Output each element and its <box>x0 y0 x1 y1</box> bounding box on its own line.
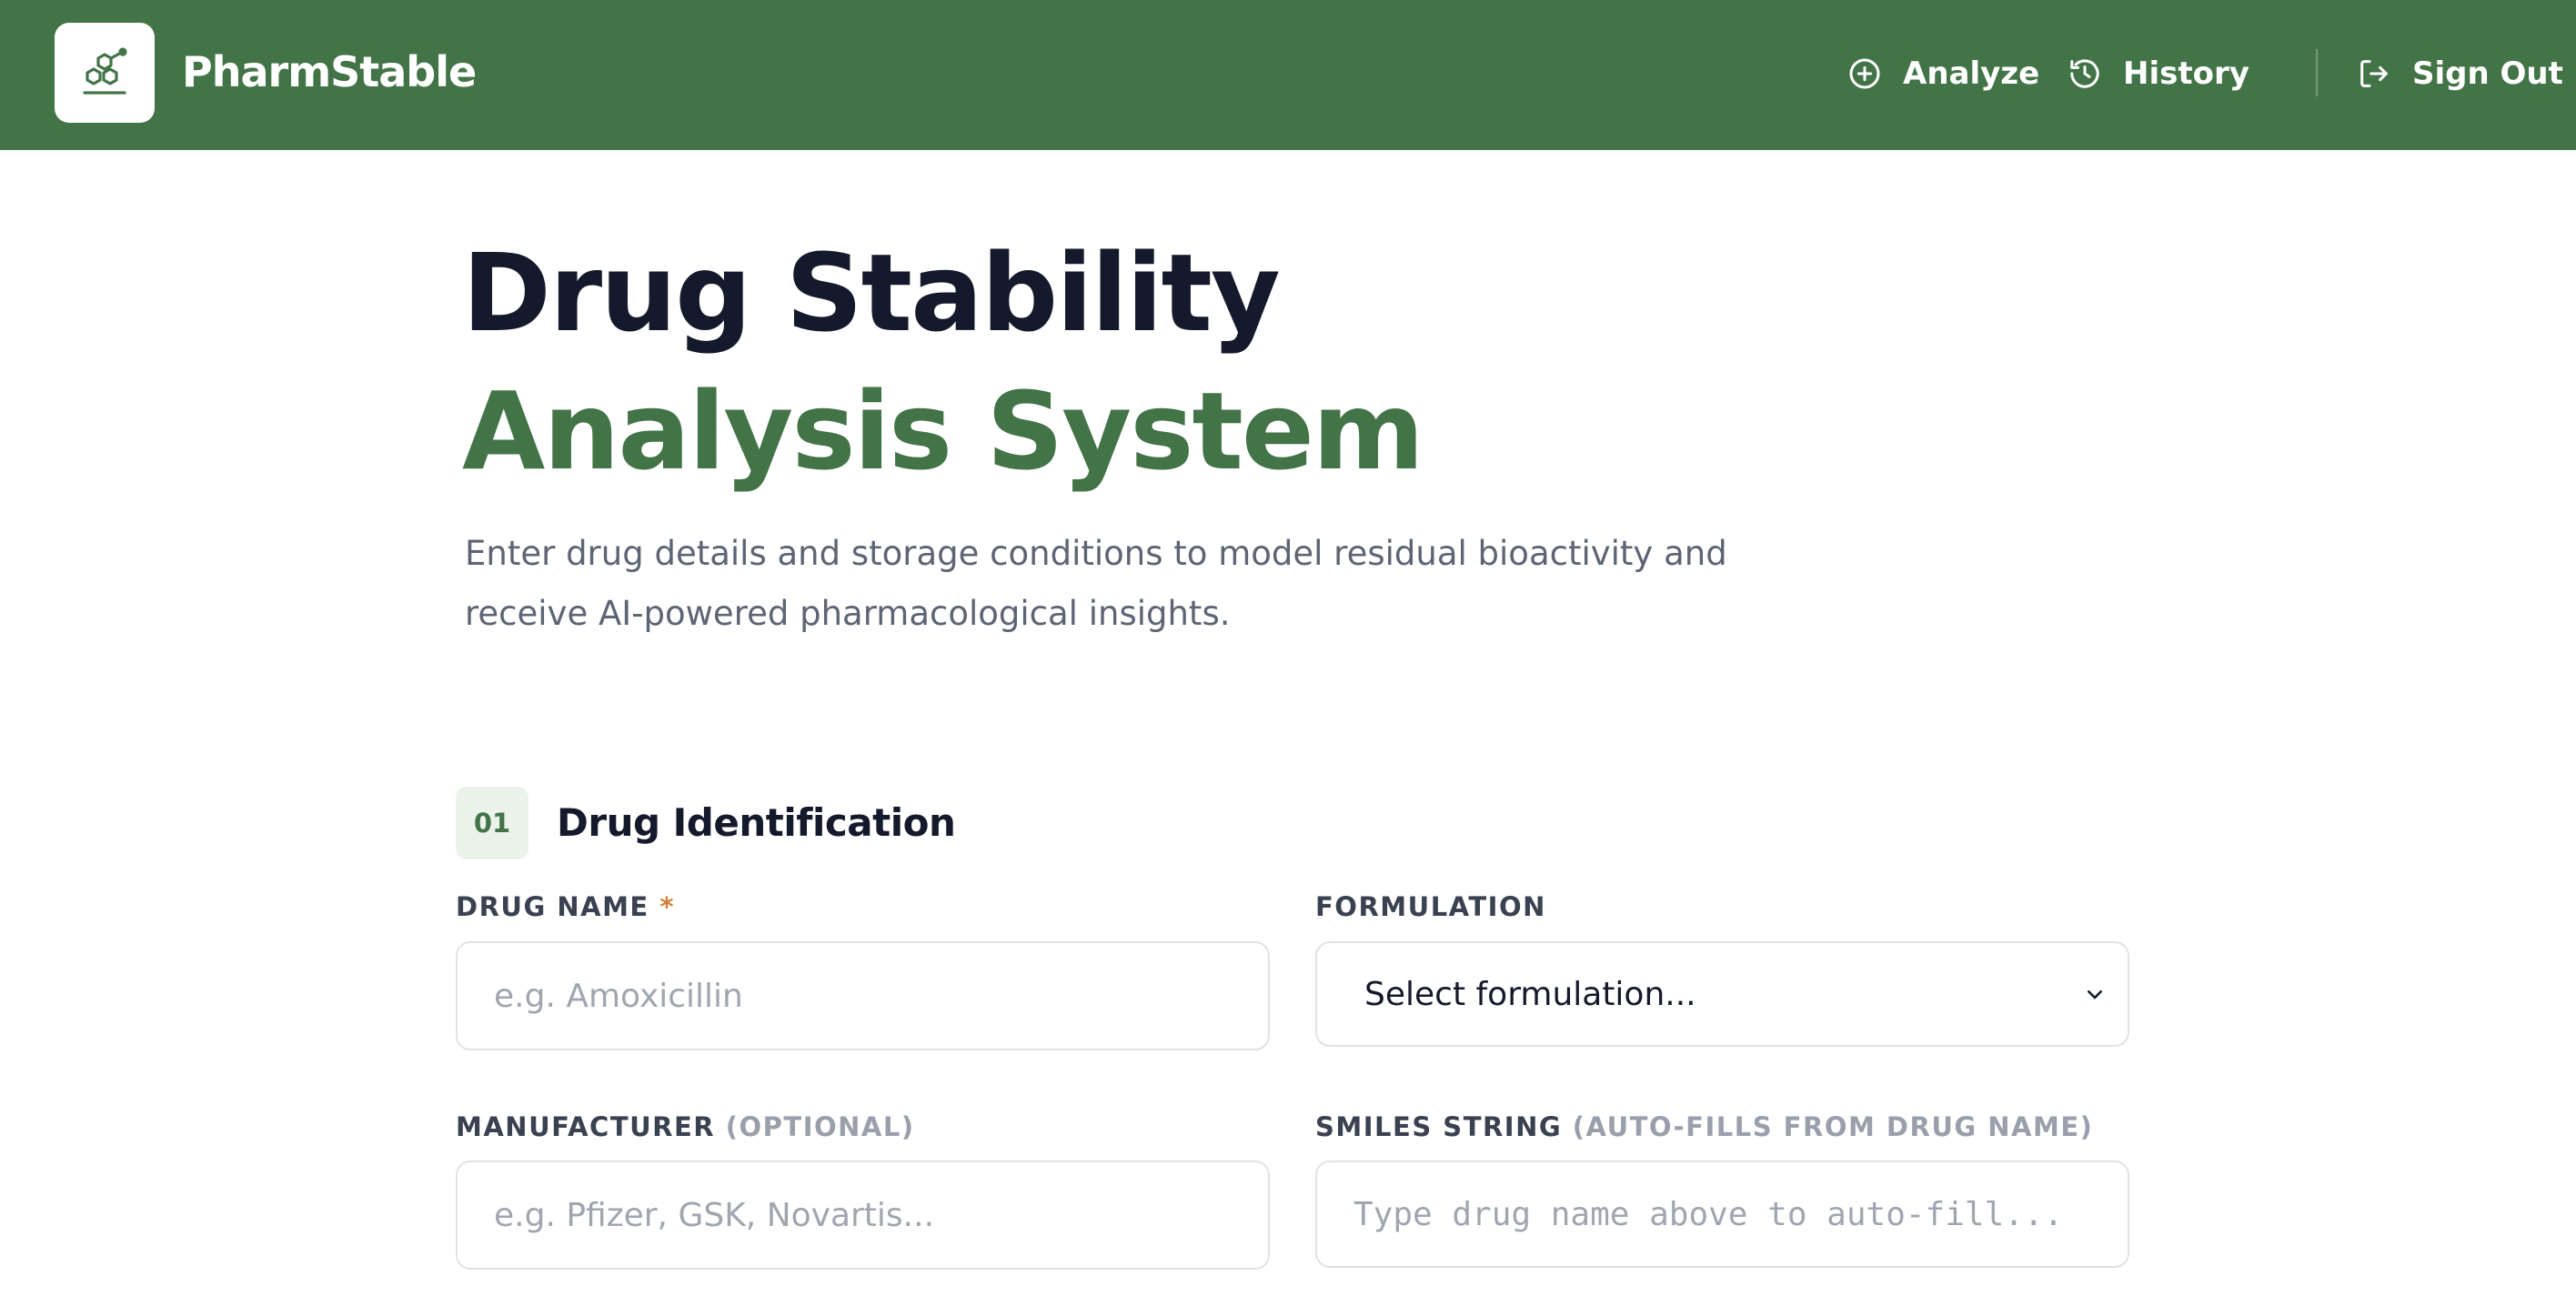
brand-name[interactable]: PharmStable <box>182 47 477 96</box>
manufacturer-field-box <box>456 1160 1270 1270</box>
section-title: Drug Identification <box>557 800 956 845</box>
drug-name-input[interactable] <box>458 943 1268 1049</box>
smiles-label-text: SMILES STRING <box>1315 1111 1563 1142</box>
nav-divider <box>2316 49 2318 96</box>
smiles-label: SMILES STRING (AUTO-FILLS FROM DRUG NAME… <box>1315 1111 2093 1142</box>
nav-history[interactable]: History <box>2067 49 2249 98</box>
sign-out-icon <box>2360 60 2388 87</box>
chevron-down-icon <box>2088 990 2102 1000</box>
formulation-label-text: FORMULATION <box>1315 891 1546 922</box>
drug-name-label: DRUG NAME * <box>456 891 675 922</box>
formulation-select[interactable]: Select formulation... <box>1315 941 2129 1047</box>
nav-analyze[interactable]: Analyze <box>1846 49 2039 98</box>
page-title-line1: Drug Stability <box>462 230 1281 356</box>
manufacturer-label-text: MANUFACTURER <box>456 1111 716 1142</box>
manufacturer-label: MANUFACTURER (OPTIONAL) <box>456 1111 915 1142</box>
page-title-line2: Analysis System <box>462 368 1424 494</box>
section-number-badge: 01 <box>456 787 528 859</box>
history-icon <box>2070 59 2099 88</box>
nav-history-label: History <box>2123 55 2249 92</box>
manufacturer-hint: (OPTIONAL) <box>725 1111 915 1142</box>
smiles-field-box <box>1315 1160 2129 1268</box>
formulation-selected-value: Select formulation... <box>1364 975 1696 1013</box>
formulation-label: FORMULATION <box>1315 891 1546 922</box>
nav-analyze-label: Analyze <box>1903 55 2040 92</box>
manufacturer-input[interactable] <box>458 1162 1268 1268</box>
drug-name-field-box <box>456 941 1270 1050</box>
drug-name-label-text: DRUG NAME <box>456 891 649 922</box>
sign-out-button[interactable]: Sign Out <box>2356 49 2563 98</box>
page-subtitle: Enter drug details and storage condition… <box>465 534 1727 633</box>
required-marker: * <box>659 891 676 922</box>
molecule-icon <box>83 47 127 95</box>
plus-circle-icon <box>1849 58 1880 89</box>
logo[interactable] <box>55 23 155 123</box>
smiles-hint: (AUTO-FILLS FROM DRUG NAME) <box>1572 1111 2094 1142</box>
smiles-input[interactable] <box>1317 1162 2128 1266</box>
sign-out-label: Sign Out <box>2412 55 2563 92</box>
top-nav-bar: PharmStable Analyze History Sign Out <box>0 0 2576 150</box>
